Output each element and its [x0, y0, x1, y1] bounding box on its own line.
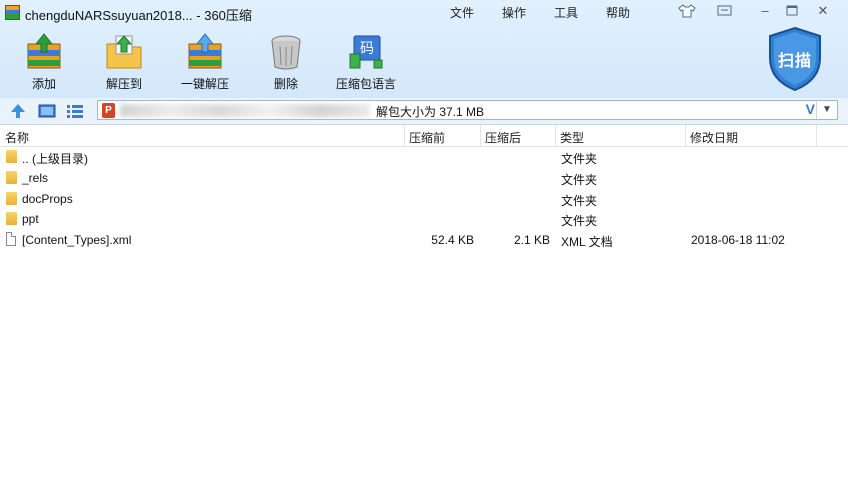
blurred-path — [120, 104, 370, 117]
list-item[interactable]: _rels 文件夹 — [0, 168, 848, 188]
folder-icon — [6, 150, 17, 163]
up-arrow-icon[interactable] — [9, 102, 27, 120]
column-name[interactable]: 名称 — [5, 129, 29, 146]
column-divider[interactable] — [480, 125, 481, 146]
archive-language-label: 压缩包语言 — [335, 77, 396, 91]
archive-language-button[interactable]: 码 压缩包语言 — [330, 30, 402, 92]
extract-to-icon — [104, 32, 144, 75]
maximize-icon[interactable] — [783, 3, 801, 19]
item-name: docProps — [22, 192, 73, 206]
navigation-bar: P 解包大小为 37.1 MB V ▼ — [0, 98, 848, 125]
unpack-size-info: 解包大小为 37.1 MB — [376, 105, 485, 119]
scan-button[interactable]: 扫描 — [766, 26, 824, 92]
list-item[interactable]: docProps 文件夹 — [0, 189, 848, 209]
folder-icon — [6, 192, 17, 205]
svg-text:码: 码 — [360, 41, 374, 57]
item-type: 文件夹 — [561, 214, 598, 228]
column-divider[interactable] — [816, 125, 817, 146]
app-logo-icon — [5, 5, 20, 20]
menu-tools[interactable]: 工具 — [554, 4, 578, 21]
column-modified[interactable]: 修改日期 — [690, 129, 738, 146]
file-icon — [6, 232, 16, 246]
powerpoint-file-icon: P — [102, 103, 115, 118]
menu-help[interactable]: 帮助 — [606, 4, 630, 21]
extract-to-label: 解压到 — [105, 77, 142, 91]
item-type: 文件夹 — [561, 194, 598, 208]
scan-label: 扫描 — [777, 53, 812, 70]
item-type: 文件夹 — [561, 152, 598, 166]
skin-shirt-icon[interactable] — [678, 3, 696, 19]
one-click-extract-label: 一键解压 — [180, 77, 229, 91]
list-item[interactable]: .. (上级目录) 文件夹 — [0, 147, 848, 167]
file-list-header: 名称 压缩前 压缩后 类型 修改日期 — [0, 125, 848, 147]
folder-icon — [6, 171, 17, 184]
column-divider[interactable] — [404, 125, 405, 146]
add-archive-icon — [24, 32, 64, 75]
menu-file[interactable]: 文件 — [450, 4, 474, 21]
menu-operation[interactable]: 操作 — [502, 4, 526, 21]
item-type: 文件夹 — [561, 173, 598, 187]
verify-icon[interactable]: V — [806, 101, 815, 117]
item-name: ppt — [22, 212, 39, 226]
delete-label: 删除 — [273, 77, 298, 91]
list-item[interactable]: ppt 文件夹 — [0, 209, 848, 229]
address-bar[interactable]: P 解包大小为 37.1 MB V ▼ — [97, 100, 838, 120]
toolbar-area: chengduNARSsuyuan2018... - 360压缩 文件 操作 工… — [0, 0, 848, 99]
delete-button[interactable]: 删除 — [250, 30, 322, 92]
feedback-icon[interactable] — [716, 3, 734, 19]
item-name: .. (上级目录) — [22, 152, 88, 166]
column-compressed[interactable]: 压缩后 — [485, 129, 521, 146]
item-compressed-size: 2.1 KB — [513, 233, 550, 247]
window-title: chengduNARSsuyuan2018... - 360压缩 — [25, 8, 252, 23]
archive-language-icon: 码 — [346, 32, 386, 75]
column-packed[interactable]: 压缩前 — [409, 129, 445, 146]
column-divider[interactable] — [685, 125, 686, 146]
item-modified: 2018-06-18 11:02 — [691, 233, 785, 247]
extract-to-button[interactable]: 解压到 — [88, 30, 160, 92]
large-icon-view-icon[interactable] — [38, 102, 56, 120]
add-label: 添加 — [31, 77, 56, 91]
column-type[interactable]: 类型 — [560, 129, 584, 146]
delete-bin-icon — [266, 32, 306, 75]
one-click-extract-button[interactable]: 一键解压 — [169, 30, 241, 92]
item-type: XML 文档 — [561, 235, 613, 249]
add-button[interactable]: 添加 — [8, 30, 80, 92]
close-icon[interactable]: ✕ — [814, 3, 832, 19]
column-divider[interactable] — [555, 125, 556, 146]
folder-icon — [6, 212, 17, 225]
one-click-extract-icon — [185, 32, 225, 75]
title-bar: chengduNARSsuyuan2018... - 360压缩 文件 操作 工… — [0, 0, 848, 24]
item-name: _rels — [22, 171, 49, 185]
dropdown-arrow-icon[interactable]: ▼ — [816, 101, 837, 119]
list-item[interactable]: [Content_Types].xml 52.4 KB 2.1 KB XML 文… — [0, 230, 848, 250]
minimize-icon[interactable]: – — [756, 3, 774, 19]
item-packed-size: 52.4 KB — [431, 233, 474, 247]
item-name: [Content_Types].xml — [22, 233, 132, 247]
list-view-icon[interactable] — [66, 102, 84, 120]
